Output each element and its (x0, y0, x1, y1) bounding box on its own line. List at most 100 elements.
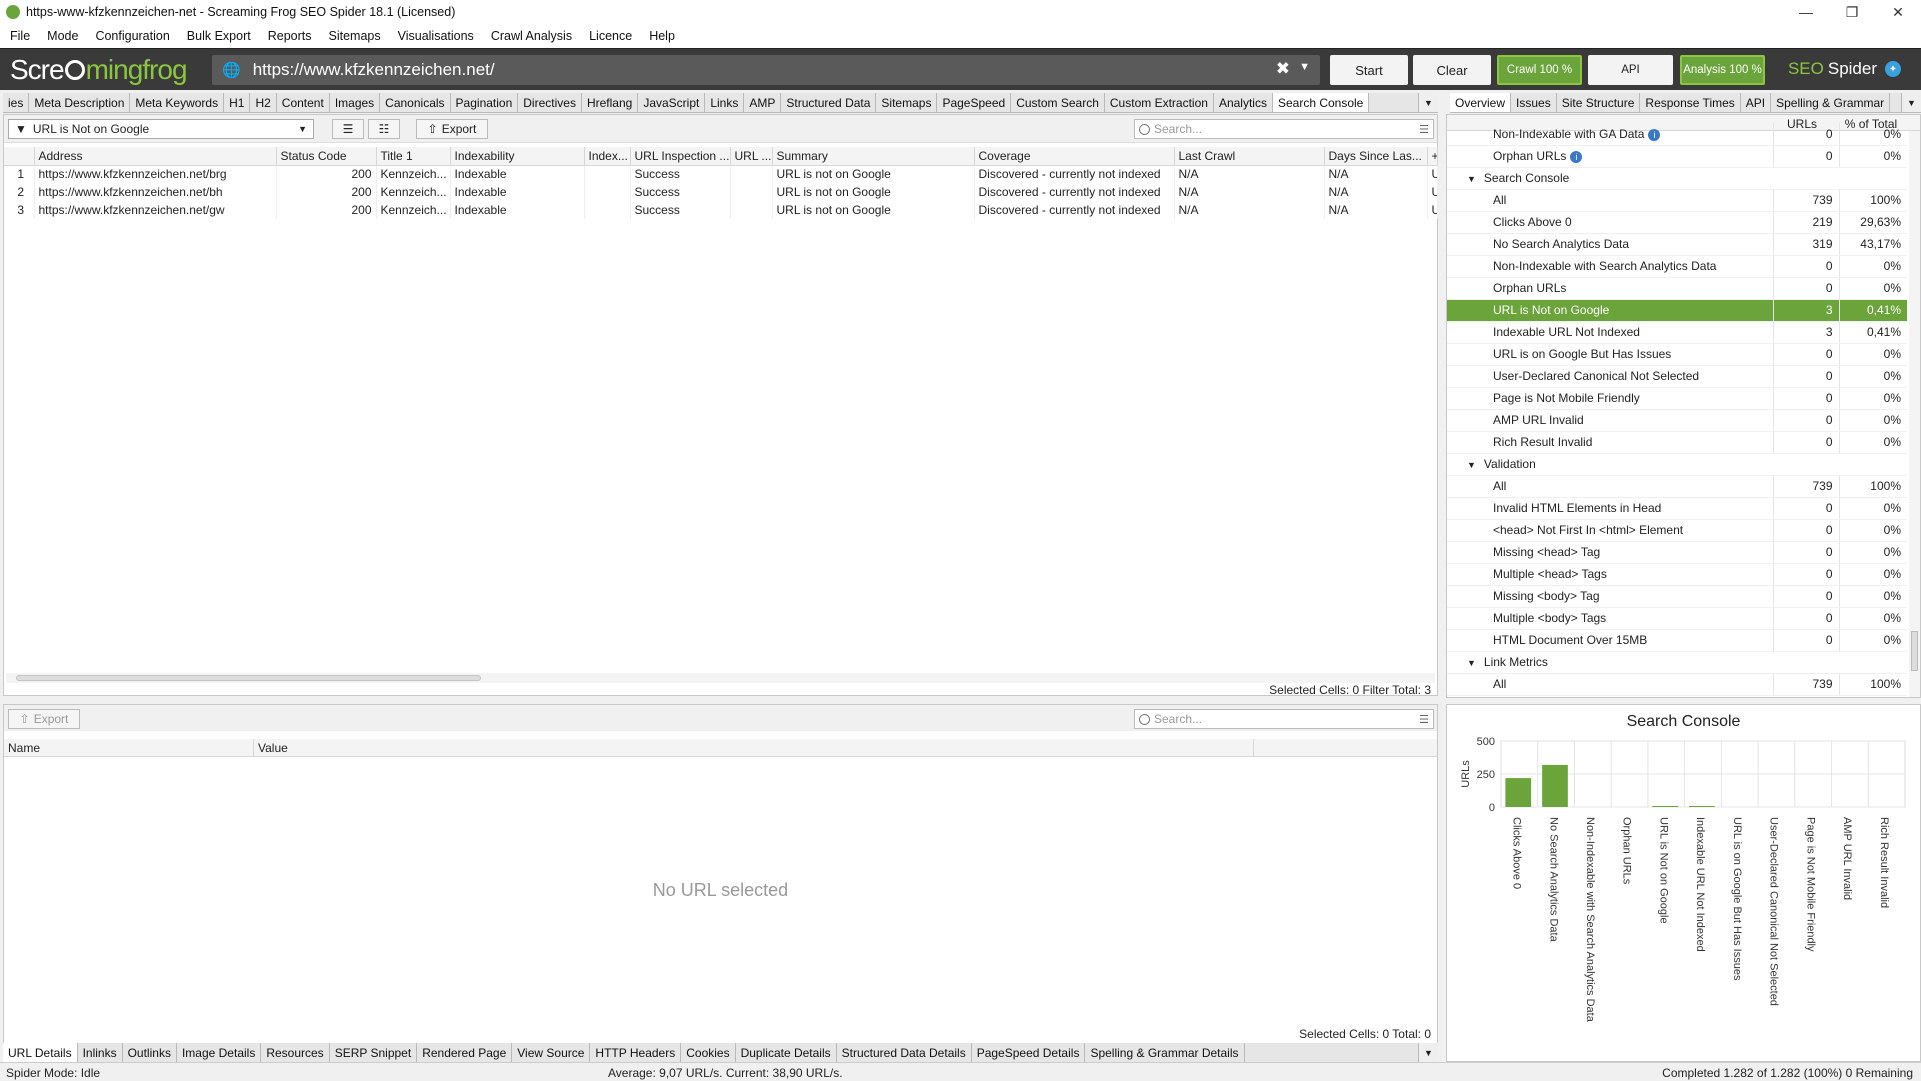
tab-spelling-grammar-details[interactable]: Spelling & Grammar Details (1085, 1043, 1245, 1062)
tab-search-console[interactable]: Search Console (1272, 93, 1370, 112)
overview-row[interactable]: All 739 100% (1447, 673, 1907, 696)
tab-meta-description[interactable]: Meta Description (29, 93, 131, 112)
menu-licence[interactable]: Licence (589, 29, 632, 43)
tab-sitemaps[interactable]: Sitemaps (876, 93, 938, 112)
menu-crawl-analysis[interactable]: Crawl Analysis (491, 29, 572, 43)
overview-row[interactable]: URL is on Google But Has Issues 0 0% (1447, 343, 1907, 366)
col-index-status[interactable]: Index... (584, 147, 631, 166)
tab-structured-data-details[interactable]: Structured Data Details (837, 1043, 972, 1062)
col-summary[interactable]: Summary (772, 147, 975, 166)
tab-amp[interactable]: AMP (744, 93, 782, 112)
start-button[interactable]: Start (1330, 55, 1408, 85)
info-icon[interactable]: i (1648, 128, 1661, 141)
col-last-crawl[interactable]: Last Crawl (1174, 147, 1325, 166)
overview-group-row[interactable]: ▼ Validation (1447, 453, 1907, 476)
menu-configuration[interactable]: Configuration (95, 29, 169, 43)
menu-reports[interactable]: Reports (268, 29, 312, 43)
list-view-button[interactable]: ☰ (332, 119, 364, 139)
collapse-chevron-icon[interactable]: ▼ (1467, 658, 1476, 668)
clear-button[interactable]: Clear (1413, 55, 1491, 85)
menu-mode[interactable]: Mode (47, 29, 78, 43)
menu-sitemaps[interactable]: Sitemaps (329, 29, 381, 43)
col-value[interactable]: Value (254, 739, 1254, 756)
tab-inlinks[interactable]: Inlinks (78, 1043, 123, 1062)
overview-row[interactable]: Rich Result Invalid 0 0% (1447, 431, 1907, 454)
tab-resources[interactable]: Resources (261, 1043, 330, 1062)
add-column-button[interactable]: + (1427, 147, 1438, 166)
overview-row[interactable]: All 739 100% (1447, 189, 1907, 212)
details-export-button[interactable]: ⇧ Export (8, 709, 80, 729)
overview-row[interactable]: Orphan URLs i 0 0% (1447, 145, 1907, 168)
overview-row[interactable]: Invalid HTML Elements in Head 0 0% (1447, 497, 1907, 520)
search-options-icon[interactable]: ☰ (1419, 123, 1429, 136)
overview-row[interactable]: Clicks Above 0 219 29,63% (1447, 211, 1907, 234)
overview-scrollbar-thumb[interactable] (1911, 631, 1918, 671)
search-options-icon[interactable]: ☰ (1419, 713, 1429, 726)
col-title[interactable]: Title 1 (376, 147, 451, 166)
tab-duplicate-details[interactable]: Duplicate Details (736, 1043, 837, 1062)
tabs-overflow-icon[interactable]: ▼ (1418, 93, 1438, 112)
url-dropdown-icon[interactable]: ▼ (1299, 61, 1310, 73)
scrollbar-thumb[interactable] (16, 675, 481, 681)
table-row[interactable]: 3 https://www.kfzkennzeichen.net/gw 200 … (4, 201, 1438, 219)
overview-row[interactable]: Non-Indexable with Search Analytics Data… (1447, 255, 1907, 278)
url-input[interactable]: 🌐 https://www.kfzkennzeichen.net/ ✖ ▼ (212, 55, 1320, 85)
tab-images[interactable]: Images (330, 93, 381, 112)
overview-scrollbar[interactable] (1909, 131, 1920, 697)
tab-meta-keywords[interactable]: Meta Keywords (130, 93, 225, 112)
api-button[interactable]: API (1588, 55, 1673, 85)
overview-row[interactable]: Missing <body> Tag 0 0% (1447, 585, 1907, 608)
col-name[interactable]: Name (4, 739, 254, 756)
overview-row[interactable]: Multiple <body> Tags 0 0% (1447, 607, 1907, 630)
table-row[interactable]: 1 https://www.kfzkennzeichen.net/brg 200… (4, 165, 1438, 183)
tab-view-source[interactable]: View Source (512, 1043, 591, 1062)
menu-help[interactable]: Help (649, 29, 675, 43)
tab-outlinks[interactable]: Outlinks (123, 1043, 177, 1062)
overview-row[interactable]: Non-Indexable with GA Data i 0 0% (1447, 123, 1907, 146)
tab-custom-search[interactable]: Custom Search (1011, 93, 1105, 112)
overview-row[interactable]: <head> Not First In <html> Element 0 0% (1447, 519, 1907, 542)
col-status-code[interactable]: Status Code (276, 147, 377, 166)
tab-structured-data[interactable]: Structured Data (781, 93, 877, 112)
tab-rendered-page[interactable]: Rendered Page (417, 1043, 513, 1062)
overview-row[interactable]: Indexable URL Not Indexed 3 0,41% (1447, 321, 1907, 344)
overview-row[interactable]: All 739 100% (1447, 475, 1907, 498)
tab-pagination[interactable]: Pagination (451, 93, 519, 112)
tab-directives-partial[interactable]: ies (3, 93, 30, 112)
minimize-icon[interactable]: — (1783, 0, 1829, 24)
overview-row[interactable]: Orphan URLs 0 0% (1447, 277, 1907, 300)
search-input[interactable]: Search... ☰ (1134, 119, 1434, 139)
maximize-icon[interactable]: ❐ (1829, 0, 1875, 24)
tab-overview[interactable]: Overview (1450, 93, 1512, 112)
right-tabs-overflow-icon[interactable]: ▼ (1901, 93, 1921, 112)
overview-row[interactable]: Multiple <head> Tags 0 0% (1447, 563, 1907, 586)
tree-view-button[interactable]: ☷ (368, 119, 400, 139)
tab-url-details[interactable]: URL Details (3, 1043, 78, 1062)
tab-api[interactable]: API (1741, 93, 1772, 112)
clear-url-icon[interactable]: ✖ (1276, 59, 1290, 79)
col-coverage[interactable]: Coverage (974, 147, 1175, 166)
tab-h1[interactable]: H1 (224, 93, 251, 112)
tab-spelling-grammar[interactable]: Spelling & Grammar (1771, 93, 1891, 112)
menu-file[interactable]: File (10, 29, 30, 43)
menu-visualisations[interactable]: Visualisations (398, 29, 474, 43)
col-indexability[interactable]: Indexability (450, 147, 585, 166)
overview-group-row[interactable]: ▼ Link Metrics (1447, 651, 1907, 674)
info-icon[interactable]: i (1570, 151, 1583, 163)
close-icon[interactable]: ✕ (1875, 0, 1921, 24)
col-days-since[interactable]: Days Since Las... (1324, 147, 1428, 166)
bottom-tabs-overflow-icon[interactable]: ▼ (1418, 1043, 1438, 1062)
col-url[interactable]: URL ... (730, 147, 773, 166)
menu-bulk-export[interactable]: Bulk Export (187, 29, 251, 43)
overview-row[interactable]: Missing <head> Tag 0 0% (1447, 541, 1907, 564)
overview-row[interactable]: No Search Analytics Data 319 43,17% (1447, 233, 1907, 256)
tab-pagespeed-details[interactable]: PageSpeed Details (972, 1043, 1086, 1062)
col-index[interactable] (4, 147, 35, 166)
overview-row[interactable]: User-Declared Canonical Not Selected 0 0% (1447, 365, 1907, 388)
overview-row[interactable]: HTML Document Over 15MB 0 0% (1447, 629, 1907, 652)
tab-canonicals[interactable]: Canonicals (380, 93, 451, 112)
filter-select[interactable]: ▼ URL is Not on Google ▼ (8, 119, 314, 139)
horizontal-scrollbar[interactable] (6, 673, 1435, 683)
tab-hreflang[interactable]: Hreflang (582, 93, 639, 112)
overview-row[interactable]: AMP URL Invalid 0 0% (1447, 409, 1907, 432)
